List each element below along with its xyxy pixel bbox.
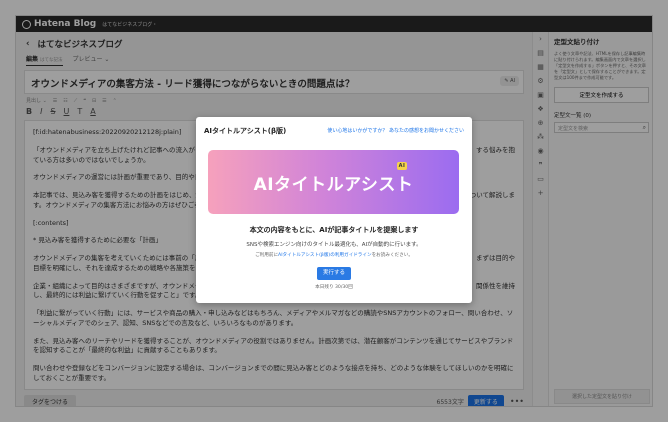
banner-title: AIタイトルアシスト AI [253, 161, 414, 195]
ai-banner: AIタイトルアシスト AI [208, 150, 459, 214]
dialog-title: AIタイトルアシスト(β版) [204, 127, 287, 135]
feedback-link[interactable]: 使い心地はいかがですか？ あなたの感想をお聞かせください [327, 127, 464, 134]
dialog-sub: SNSや検索エンジン向けのタイトル最適化も、AIが自動的に行います。 [246, 242, 422, 248]
ai-title-assist-dialog: AIタイトルアシスト(β版) 使い心地はいかがですか？ あなたの感想をお聞かせく… [196, 117, 472, 303]
dialog-lead: 本文の内容をもとに、AIが記事タイトルを提案します [249, 226, 419, 234]
guideline-link[interactable]: AIタイトルアシスト(β版)の利用ガイドライン [278, 253, 372, 258]
dialog-notice: ご利用前にAIタイトルアシスト(β版)の利用ガイドラインをお読みください。 [255, 253, 413, 258]
ai-badge: AI [396, 161, 408, 170]
run-button[interactable]: 実行する [317, 267, 351, 280]
remaining-count: 本日残り 30/30回 [315, 285, 353, 290]
